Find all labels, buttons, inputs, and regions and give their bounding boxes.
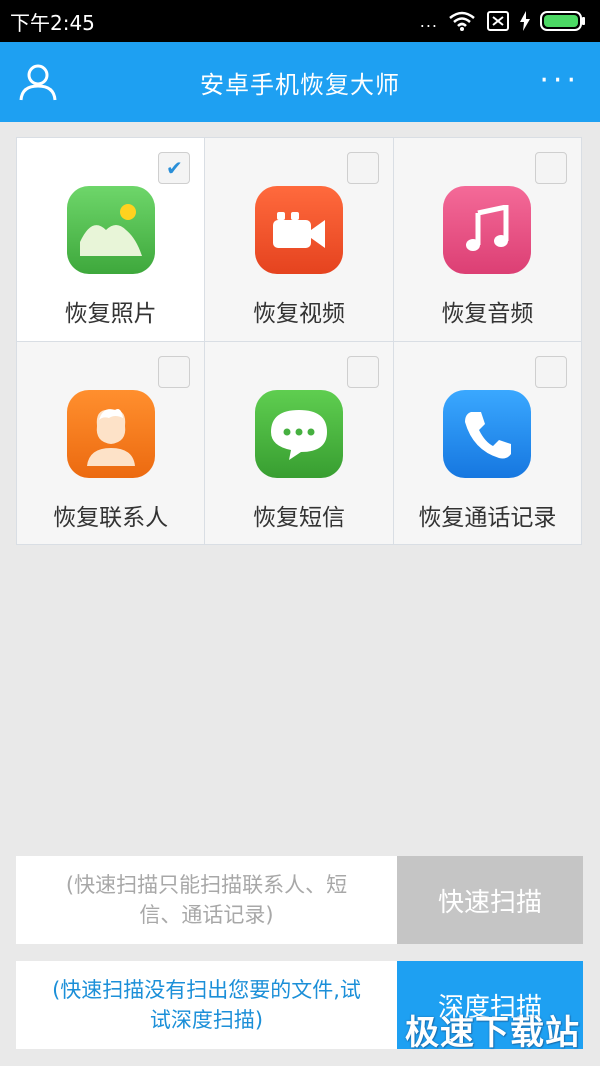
- recovery-grid: ✔ 恢复照片 恢复视频 恢复音频 恢复联系人 恢复短信 恢复通话记录: [16, 137, 582, 545]
- calllog-checkbox[interactable]: [534, 355, 567, 388]
- status-bar: 下午2:45 ...: [0, 0, 600, 42]
- quick-scan-row: (快速扫描只能扫描联系人、短信、通话记录) 快速扫描: [16, 856, 583, 944]
- recover-audio-label: 恢复音频: [441, 301, 534, 327]
- wifi-icon: [449, 11, 475, 31]
- recover-calllog-tile[interactable]: 恢复通话记录: [393, 341, 581, 544]
- messages-checkbox[interactable]: [346, 355, 379, 388]
- recover-messages-label: 恢复短信: [252, 504, 345, 531]
- message-icon: [254, 389, 343, 478]
- photo-icon: [66, 186, 155, 274]
- quick-scan-button[interactable]: 快速扫描: [397, 856, 583, 944]
- recover-calllog-label: 恢复通话记录: [418, 504, 557, 531]
- recover-photos-label: 恢复照片: [64, 301, 157, 327]
- recover-photos-tile[interactable]: ✔ 恢复照片: [17, 138, 205, 341]
- recover-contacts-label: 恢复联系人: [53, 504, 169, 531]
- notification-dots: ...: [419, 11, 438, 31]
- contacts-checkbox[interactable]: [158, 355, 191, 388]
- charging-icon: [520, 11, 530, 31]
- more-menu-icon[interactable]: ···: [539, 66, 580, 96]
- no-sim-icon: [487, 11, 509, 31]
- recover-contacts-tile[interactable]: 恢复联系人: [17, 341, 205, 544]
- watermark: 极速下载站: [405, 1013, 580, 1053]
- video-icon: [254, 186, 343, 274]
- status-time: 下午2:45: [10, 10, 95, 35]
- app-bar: 安卓手机恢复大师 ···: [0, 42, 600, 122]
- page-title: 安卓手机恢复大师: [200, 70, 400, 99]
- audio-checkbox[interactable]: [534, 152, 567, 184]
- recover-messages-tile[interactable]: 恢复短信: [205, 341, 393, 544]
- deep-scan-description: (快速扫描没有扫出您要的文件,试试深度扫描): [16, 961, 397, 1049]
- user-icon[interactable]: [18, 62, 58, 102]
- battery-icon: [540, 11, 585, 31]
- music-icon: [443, 186, 532, 274]
- recover-video-tile[interactable]: 恢复视频: [205, 138, 393, 341]
- video-checkbox[interactable]: [346, 152, 379, 184]
- recover-audio-tile[interactable]: 恢复音频: [393, 138, 581, 341]
- quick-scan-description: (快速扫描只能扫描联系人、短信、通话记录): [16, 856, 397, 944]
- photos-checkbox[interactable]: ✔: [158, 152, 191, 184]
- phone-icon: [443, 389, 532, 478]
- status-icons: ...: [420, 10, 586, 32]
- recover-video-label: 恢复视频: [252, 301, 345, 327]
- contact-icon: [66, 389, 155, 478]
